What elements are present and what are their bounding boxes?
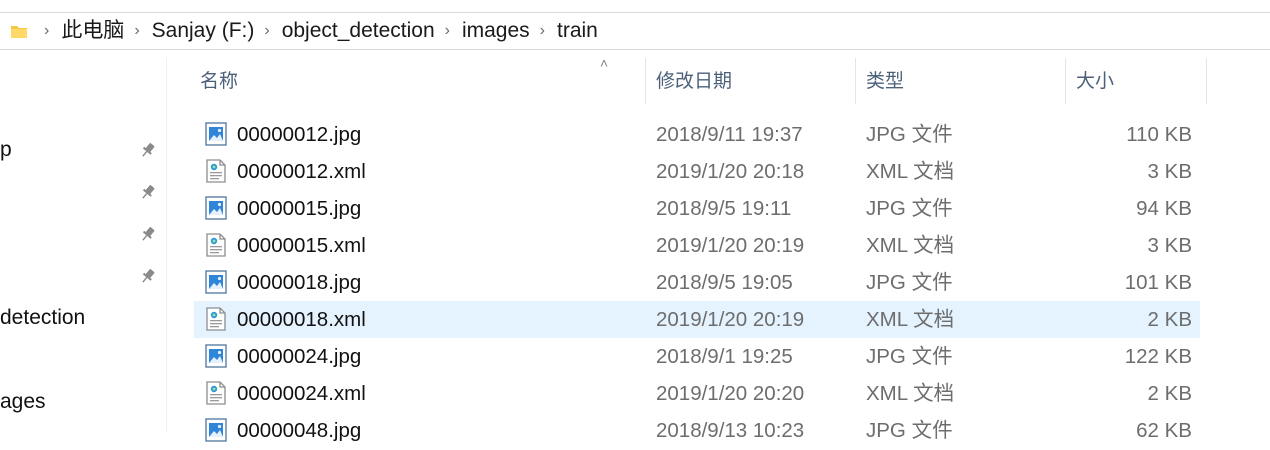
file-row[interactable]: 00000015.xml 2019/1/20 20:19 XML 文档 3 KB bbox=[194, 227, 1200, 264]
file-size: 62 KB bbox=[1136, 419, 1192, 442]
file-date-modified: 2019/1/20 20:20 bbox=[656, 382, 805, 405]
file-type: JPG 文件 bbox=[866, 271, 953, 294]
chevron-right-icon[interactable]: › bbox=[256, 13, 279, 49]
file-size: 110 KB bbox=[1126, 123, 1192, 146]
pin-icon bbox=[142, 143, 155, 157]
nav-item-object-detection[interactable]: detection bbox=[0, 306, 85, 330]
file-name: 00000012.jpg bbox=[237, 123, 362, 146]
chevron-right-icon[interactable]: › bbox=[36, 13, 59, 49]
xml-file-icon bbox=[205, 381, 227, 405]
file-date-modified: 2018/9/5 19:11 bbox=[656, 197, 792, 220]
pin-icon bbox=[142, 227, 155, 241]
file-row[interactable]: 00000012.xml 2019/1/20 20:18 XML 文档 3 KB bbox=[194, 153, 1200, 190]
file-name: 00000015.jpg bbox=[237, 197, 362, 220]
xml-file-icon bbox=[205, 159, 227, 183]
breadcrumb: › 此电脑 › Sanjay (F:) › object_detection ›… bbox=[36, 13, 600, 49]
file-name: 00000024.jpg bbox=[237, 345, 362, 368]
file-size: 122 KB bbox=[1124, 345, 1192, 368]
column-header-type[interactable]: 类型 bbox=[856, 58, 1066, 104]
chevron-right-icon[interactable]: › bbox=[532, 13, 555, 49]
file-type: XML 文档 bbox=[866, 382, 955, 405]
nav-item-quick-access-1[interactable]: p bbox=[0, 138, 12, 162]
file-date-modified: 2019/1/20 20:18 bbox=[656, 160, 805, 183]
file-row[interactable]: 00000018.jpg 2018/9/5 19:05 JPG 文件 101 KB bbox=[194, 264, 1200, 301]
breadcrumb-this-pc[interactable]: 此电脑 bbox=[59, 13, 126, 49]
file-type: JPG 文件 bbox=[866, 197, 953, 220]
address-bar[interactable]: › 此电脑 › Sanjay (F:) › object_detection ›… bbox=[0, 12, 1270, 50]
image-file-icon bbox=[205, 122, 227, 146]
file-row[interactable]: 00000015.jpg 2018/9/5 19:11 JPG 文件 94 KB bbox=[194, 190, 1200, 227]
image-file-icon bbox=[205, 270, 227, 294]
column-header-name[interactable]: 名称 bbox=[190, 58, 646, 104]
file-size: 3 KB bbox=[1147, 234, 1192, 257]
file-name: 00000018.xml bbox=[237, 308, 366, 331]
file-date-modified: 2019/1/20 20:19 bbox=[656, 308, 805, 331]
file-size: 3 KB bbox=[1147, 160, 1192, 183]
file-row[interactable]: 00000024.xml 2019/1/20 20:20 XML 文档 2 KB bbox=[194, 375, 1200, 412]
file-date-modified: 2018/9/13 10:23 bbox=[656, 419, 805, 442]
file-row[interactable]: 00000012.jpg 2018/9/11 19:37 JPG 文件 110 KB bbox=[194, 116, 1200, 153]
image-file-icon bbox=[205, 418, 227, 442]
breadcrumb-object-detection[interactable]: object_detection bbox=[280, 13, 437, 49]
file-date-modified: 2019/1/20 20:19 bbox=[656, 234, 805, 257]
file-row[interactable]: 00000048.jpg 2018/9/13 10:23 JPG 文件 62 KB bbox=[194, 412, 1200, 449]
file-size: 101 KB bbox=[1124, 271, 1192, 294]
xml-file-icon bbox=[205, 233, 227, 257]
file-size: 94 KB bbox=[1136, 197, 1192, 220]
folder-icon bbox=[11, 26, 27, 38]
file-date-modified: 2018/9/5 19:05 bbox=[656, 271, 793, 294]
file-name: 00000018.jpg bbox=[237, 271, 362, 294]
column-header-row: ˄ 名称 修改日期 类型 大小 bbox=[190, 55, 1207, 104]
chevron-right-icon[interactable]: › bbox=[437, 13, 460, 49]
file-type: JPG 文件 bbox=[866, 123, 953, 146]
file-type: XML 文档 bbox=[866, 160, 955, 183]
file-name: 00000012.xml bbox=[237, 160, 366, 183]
file-date-modified: 2018/9/11 19:37 bbox=[656, 123, 803, 146]
file-row[interactable]: 00000018.xml 2019/1/20 20:19 XML 文档 2 KB bbox=[194, 301, 1200, 338]
file-name: 00000048.jpg bbox=[237, 419, 362, 442]
file-date-modified: 2018/9/1 19:25 bbox=[656, 345, 793, 368]
breadcrumb-train[interactable]: train bbox=[555, 13, 600, 49]
navigation-pane[interactable]: p detection ages bbox=[0, 58, 167, 432]
image-file-icon bbox=[205, 344, 227, 368]
breadcrumb-drive[interactable]: Sanjay (F:) bbox=[150, 13, 257, 49]
file-size: 2 KB bbox=[1147, 382, 1192, 405]
file-size: 2 KB bbox=[1147, 308, 1192, 331]
file-type: XML 文档 bbox=[866, 234, 955, 257]
file-name: 00000024.xml bbox=[237, 382, 366, 405]
file-type: XML 文档 bbox=[866, 308, 955, 331]
breadcrumb-images[interactable]: images bbox=[460, 13, 532, 49]
chevron-right-icon[interactable]: › bbox=[126, 13, 149, 49]
column-header-size[interactable]: 大小 bbox=[1066, 58, 1207, 104]
image-file-icon bbox=[205, 196, 227, 220]
file-name: 00000015.xml bbox=[237, 234, 366, 257]
pin-icon bbox=[142, 269, 155, 283]
column-header-date-modified[interactable]: 修改日期 bbox=[646, 58, 856, 104]
file-type: JPG 文件 bbox=[866, 419, 953, 442]
pin-icon bbox=[142, 185, 155, 199]
nav-item-images[interactable]: ages bbox=[0, 390, 46, 414]
xml-file-icon bbox=[205, 307, 227, 331]
file-row[interactable]: 00000024.jpg 2018/9/1 19:25 JPG 文件 122 KB bbox=[194, 338, 1200, 375]
file-type: JPG 文件 bbox=[866, 345, 953, 368]
